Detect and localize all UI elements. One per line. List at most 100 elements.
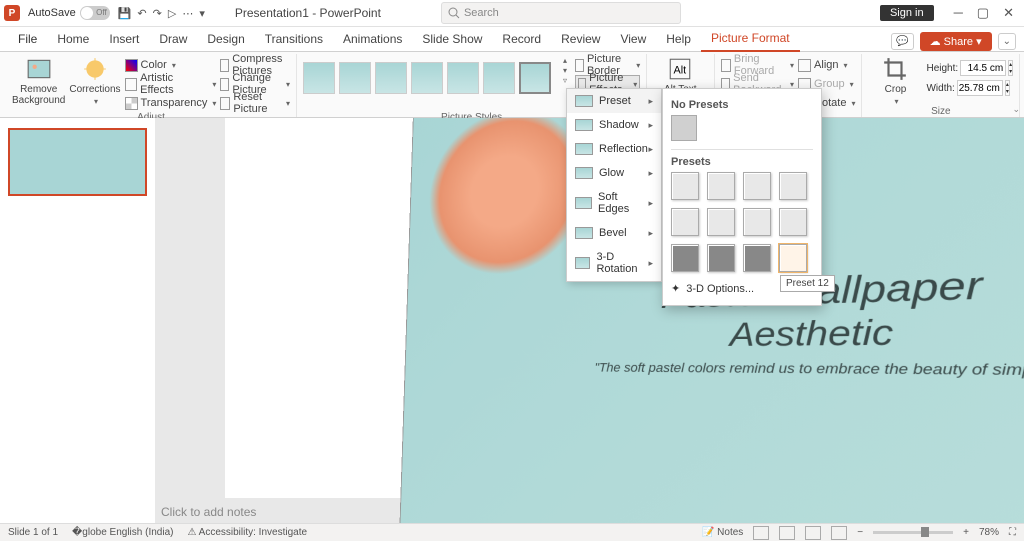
tab-draw[interactable]: Draw bbox=[149, 28, 197, 51]
soft-edges-icon bbox=[575, 197, 592, 209]
width-input[interactable] bbox=[957, 80, 1003, 96]
menu-glow[interactable]: Glow▸ bbox=[567, 161, 661, 185]
undo-icon[interactable]: ↶ bbox=[137, 7, 146, 20]
style-thumb[interactable] bbox=[483, 62, 515, 94]
quick-access-toolbar: 💾 ↶ ↷ ▷ ⋯ ▾ bbox=[118, 7, 205, 20]
slide-thumbnail[interactable] bbox=[8, 128, 147, 196]
height-field[interactable]: Height:▴▾ bbox=[926, 60, 1013, 76]
view-normal-icon[interactable] bbox=[753, 526, 769, 540]
tab-slideshow[interactable]: Slide Show bbox=[412, 28, 492, 51]
slide-counter[interactable]: Slide 1 of 1 bbox=[8, 527, 58, 538]
tab-insert[interactable]: Insert bbox=[99, 28, 149, 51]
notes-placeholder[interactable]: Click to add notes bbox=[161, 505, 256, 519]
flower-decoration bbox=[426, 118, 589, 279]
accessibility-status[interactable]: ⚠ Accessibility: Investigate bbox=[187, 527, 307, 538]
preset-3[interactable] bbox=[743, 172, 771, 200]
style-thumb[interactable] bbox=[339, 62, 371, 94]
tab-help[interactable]: Help bbox=[656, 28, 701, 51]
autosave-toggle[interactable]: Off bbox=[80, 6, 110, 20]
save-icon[interactable]: 💾 bbox=[118, 7, 132, 20]
zoom-out-icon[interactable]: − bbox=[857, 527, 863, 538]
tab-transitions[interactable]: Transitions bbox=[255, 28, 333, 51]
menu-bevel[interactable]: Bevel▸ bbox=[567, 221, 661, 245]
tab-record[interactable]: Record bbox=[492, 28, 551, 51]
preset-9[interactable] bbox=[671, 244, 699, 272]
share-button[interactable]: ☁ Share ▾ bbox=[920, 32, 992, 51]
remove-background-button[interactable]: Remove Background bbox=[12, 56, 65, 106]
comments-button[interactable]: 💬 bbox=[891, 33, 913, 50]
spinner-up-icon[interactable]: ▴ bbox=[1006, 81, 1009, 88]
width-field[interactable]: Width:▴▾ bbox=[926, 80, 1013, 96]
close-icon[interactable]: ✕ bbox=[1003, 5, 1014, 21]
view-reading-icon[interactable] bbox=[805, 526, 821, 540]
notes-button[interactable]: 📝 Notes bbox=[702, 527, 743, 538]
start-slideshow-icon[interactable]: ▷ bbox=[168, 7, 176, 20]
ribbon-collapse-icon[interactable]: ⌄ bbox=[998, 33, 1016, 50]
language-indicator[interactable]: �globe English (India) bbox=[72, 527, 173, 538]
preset-10[interactable] bbox=[707, 244, 735, 272]
zoom-value[interactable]: 78% bbox=[979, 527, 999, 538]
align-button[interactable]: Align▾ bbox=[798, 56, 855, 74]
preset-4[interactable] bbox=[779, 172, 807, 200]
preset-5[interactable] bbox=[671, 208, 699, 236]
height-input[interactable] bbox=[960, 60, 1006, 76]
artistic-effects-button[interactable]: Artistic Effects▾ bbox=[125, 75, 217, 93]
preset-8[interactable] bbox=[779, 208, 807, 236]
tab-review[interactable]: Review bbox=[551, 28, 610, 51]
preset-7[interactable] bbox=[743, 208, 771, 236]
ribbon-options-icon[interactable]: ⌄ bbox=[1012, 104, 1020, 115]
preset-1[interactable] bbox=[671, 172, 699, 200]
shadow-icon bbox=[575, 119, 593, 131]
style-thumb[interactable] bbox=[375, 62, 407, 94]
signin-button[interactable]: Sign in bbox=[880, 5, 934, 21]
gallery-more-icon[interactable]: ▿ bbox=[563, 76, 567, 85]
preset-2[interactable] bbox=[707, 172, 735, 200]
style-thumb[interactable] bbox=[447, 62, 479, 94]
menu-reflection[interactable]: Reflection▸ bbox=[567, 137, 661, 161]
view-slideshow-icon[interactable] bbox=[831, 526, 847, 540]
gallery-down-icon[interactable]: ▾ bbox=[563, 66, 567, 75]
style-thumb[interactable] bbox=[303, 62, 335, 94]
style-thumb[interactable] bbox=[519, 62, 551, 94]
group-size: Crop▾ Height:▴▾ Width:▴▾ Size bbox=[862, 54, 1020, 117]
preset-11[interactable] bbox=[743, 244, 771, 272]
group-label: Size bbox=[868, 106, 1013, 118]
minimize-icon[interactable]: ─ bbox=[954, 5, 963, 21]
preset-12[interactable] bbox=[779, 244, 807, 272]
crop-button[interactable]: Crop▾ bbox=[868, 56, 922, 106]
spinner-down-icon[interactable]: ▾ bbox=[1009, 68, 1012, 75]
zoom-in-icon[interactable]: + bbox=[963, 527, 969, 538]
spinner-up-icon[interactable]: ▴ bbox=[1009, 61, 1012, 68]
tab-view[interactable]: View bbox=[610, 28, 656, 51]
spinner-down-icon[interactable]: ▾ bbox=[1006, 88, 1009, 95]
qat-more-icon[interactable]: ⋯ bbox=[182, 7, 193, 20]
color-icon bbox=[125, 59, 138, 72]
fit-to-window-icon[interactable]: ⛶ bbox=[1009, 527, 1016, 538]
menu-soft-edges[interactable]: Soft Edges▸ bbox=[567, 185, 661, 221]
view-sorter-icon[interactable] bbox=[779, 526, 795, 540]
tab-design[interactable]: Design bbox=[197, 28, 254, 51]
corrections-button[interactable]: Corrections▾ bbox=[69, 56, 120, 106]
menu-shadow[interactable]: Shadow▸ bbox=[567, 113, 661, 137]
change-pic-icon bbox=[220, 78, 229, 91]
group-adjust: Remove Background Corrections▾ Color▾ Ar… bbox=[6, 54, 297, 117]
style-thumb[interactable] bbox=[411, 62, 443, 94]
search-box[interactable]: Search bbox=[441, 2, 681, 24]
bring-fwd-icon bbox=[721, 59, 731, 72]
maximize-icon[interactable]: ▢ bbox=[977, 5, 989, 21]
gallery-up-icon[interactable]: ▴ bbox=[563, 56, 567, 65]
tab-home[interactable]: Home bbox=[47, 28, 99, 51]
redo-icon[interactable]: ↷ bbox=[153, 7, 162, 20]
reset-picture-button[interactable]: Reset Picture▾ bbox=[220, 94, 290, 112]
transparency-button[interactable]: Transparency▾ bbox=[125, 94, 217, 112]
tab-picture-format[interactable]: Picture Format bbox=[701, 27, 800, 52]
autosave-label: AutoSave bbox=[28, 7, 76, 19]
qat-dropdown-icon[interactable]: ▾ bbox=[199, 7, 205, 20]
zoom-slider[interactable] bbox=[873, 531, 953, 534]
tab-animations[interactable]: Animations bbox=[333, 28, 412, 51]
menu-preset[interactable]: Preset▸ bbox=[567, 89, 661, 113]
menu-3d-rotation[interactable]: 3-D Rotation▸ bbox=[567, 245, 661, 281]
preset-none[interactable] bbox=[671, 115, 697, 141]
preset-6[interactable] bbox=[707, 208, 735, 236]
tab-file[interactable]: File bbox=[8, 28, 47, 51]
